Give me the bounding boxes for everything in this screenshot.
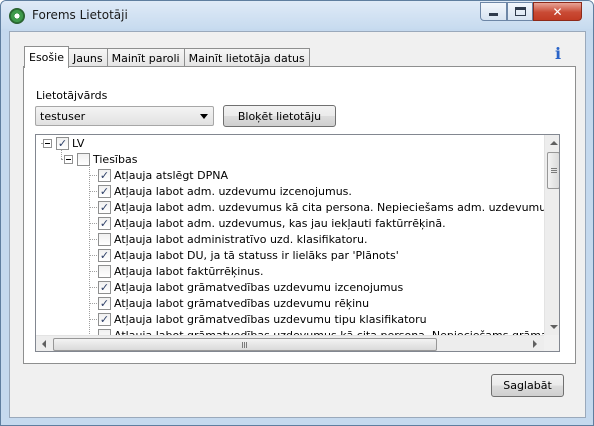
permission-checkbox[interactable] — [98, 248, 111, 262]
vertical-scroll-thumb[interactable] — [547, 152, 559, 189]
horizontal-scroll-thumb[interactable] — [53, 338, 437, 351]
tab-change-password[interactable]: Mainīt paroli — [106, 48, 185, 67]
vertical-scrollbar[interactable] — [544, 135, 559, 335]
tree-node-permission[interactable]: Atļauja labot adm. uzdevumus kā cita per… — [98, 199, 544, 215]
tree-node-root[interactable]: LV — [43, 135, 84, 151]
tree-node-permission[interactable]: Atļauja atslēgt DPNA — [98, 167, 228, 183]
permission-checkbox[interactable] — [98, 296, 111, 310]
tree-line — [89, 175, 97, 176]
grip-icon — [551, 170, 557, 171]
scroll-left-icon[interactable] — [42, 340, 46, 348]
minimize-button[interactable] — [480, 2, 507, 21]
permission-label: Atļauja labot adm. uzdevumus, kas jau ie… — [114, 216, 446, 230]
grip-icon — [246, 342, 247, 348]
tree-line — [89, 223, 97, 224]
tree-node-label: LV — [72, 136, 85, 150]
permission-label: Atļauja labot adm. uzdevumus kā cita per… — [114, 200, 544, 214]
permission-checkbox[interactable] — [98, 184, 111, 198]
permissions-tree[interactable]: LV Tiesības Atļauja atslēgt DPNA Atļauja … — [35, 134, 560, 352]
permission-checkbox[interactable] — [98, 280, 111, 294]
title-bar[interactable]: Forems Lietotāji ✕ — [1, 1, 593, 29]
tree-line — [89, 207, 97, 208]
scroll-up-icon[interactable] — [550, 141, 558, 145]
window-title: Forems Lietotāji — [32, 8, 128, 22]
tab-change-user-data[interactable]: Mainīt lietotāja datus — [183, 48, 310, 67]
checkbox-root[interactable] — [56, 136, 69, 150]
tree-node-permission[interactable]: Atļauja labot grāmatvedības uzdevumus kā… — [98, 327, 544, 335]
tab-strip: Esošie Jauns Mainīt paroli Mainīt lietot… — [24, 46, 310, 68]
collapse-toggle-icon[interactable] — [43, 138, 52, 148]
client-area: Esošie Jauns Mainīt paroli Mainīt lietot… — [9, 31, 586, 418]
permission-label: Atļauja labot administratīvo uzd. klasif… — [114, 232, 368, 246]
tree-node-permission[interactable]: Atļauja labot faktūrrēķinus. — [98, 263, 264, 279]
permission-checkbox[interactable] — [98, 232, 111, 246]
close-button[interactable]: ✕ — [533, 2, 582, 21]
permission-label: Atļauja labot grāmatvedības uzdevumu tip… — [114, 312, 427, 326]
tree-line — [89, 303, 97, 304]
tree-node-group[interactable]: Tiesības — [64, 151, 137, 167]
tab-existing[interactable]: Esošie — [24, 46, 69, 68]
tree-line — [89, 239, 97, 240]
scroll-down-icon[interactable] — [550, 325, 558, 329]
tree-node-permission[interactable]: Atļauja labot grāmatvedības uzdevumu rēķ… — [98, 295, 369, 311]
grip-icon — [551, 168, 557, 169]
permission-label: Atļauja labot DU, ja tā statuss ir lielā… — [114, 248, 399, 262]
tree-line — [89, 271, 97, 272]
grip-icon — [551, 172, 557, 173]
permission-checkbox[interactable] — [98, 168, 111, 182]
tree-line — [89, 255, 97, 256]
minimize-icon — [489, 13, 498, 16]
permission-label: Atļauja atslēgt DPNA — [114, 168, 228, 182]
tree-node-label: Tiesības — [93, 152, 138, 166]
tree-node-permission[interactable]: Atļauja labot grāmatvedības uzdevumu izc… — [98, 279, 403, 295]
info-icon[interactable]: i — [555, 44, 561, 63]
grip-icon — [244, 342, 245, 348]
horizontal-scrollbar[interactable] — [36, 335, 544, 351]
tree-line — [89, 191, 97, 192]
app-window: Forems Lietotāji ✕ Esošie Jauns Mainīt p… — [0, 0, 594, 426]
app-logo-icon — [9, 8, 25, 24]
scrollbar-corner — [544, 335, 559, 351]
scroll-right-icon[interactable] — [533, 340, 537, 348]
tab-panel-existing: Lietotājvārds testuser Bloķēt lietotāju … — [23, 66, 576, 364]
tree-line — [89, 287, 97, 288]
permission-checkbox[interactable] — [98, 312, 111, 326]
collapse-toggle-icon[interactable] — [64, 154, 73, 164]
tree-node-permission[interactable]: Atļauja labot DU, ja tā statuss ir lielā… — [98, 247, 399, 263]
permission-checkbox[interactable] — [98, 216, 111, 230]
tree-node-permission[interactable]: Atļauja labot adm. uzdevumu izcenojumus. — [98, 183, 352, 199]
maximize-icon — [514, 7, 526, 16]
permission-label: Atļauja labot grāmatvedības uzdevumu rēķ… — [114, 296, 370, 310]
username-label: Lietotājvārds — [36, 89, 108, 102]
tree-node-permission[interactable]: Atļauja labot adm. uzdevumus, kas jau ie… — [98, 215, 446, 231]
permission-checkbox[interactable] — [98, 264, 111, 278]
tab-new[interactable]: Jauns — [67, 48, 108, 67]
permission-label: Atļauja labot adm. uzdevumu izcenojumus. — [114, 184, 352, 198]
username-select[interactable]: testuser — [35, 106, 214, 126]
tree-line — [89, 319, 97, 320]
close-icon: ✕ — [552, 4, 563, 19]
permission-checkbox[interactable] — [98, 200, 111, 214]
save-button[interactable]: Saglabāt — [491, 374, 564, 397]
tree-viewport: LV Tiesības Atļauja atslēgt DPNA Atļauja … — [36, 135, 544, 335]
tree-node-permission[interactable]: Atļauja labot grāmatvedības uzdevumu tip… — [98, 311, 427, 327]
chevron-down-icon — [200, 114, 208, 119]
username-select-value: testuser — [40, 110, 86, 123]
block-user-button[interactable]: Bloķēt lietotāju — [223, 105, 336, 127]
maximize-button[interactable] — [507, 2, 533, 21]
permission-label: Atļauja labot grāmatvedības uzdevumu izc… — [114, 280, 404, 294]
permission-label: Atļauja labot faktūrrēķinus. — [114, 264, 264, 278]
grip-icon — [242, 342, 243, 348]
checkbox-group[interactable] — [77, 152, 90, 166]
tree-node-permission[interactable]: Atļauja labot administratīvo uzd. klasif… — [98, 231, 368, 247]
